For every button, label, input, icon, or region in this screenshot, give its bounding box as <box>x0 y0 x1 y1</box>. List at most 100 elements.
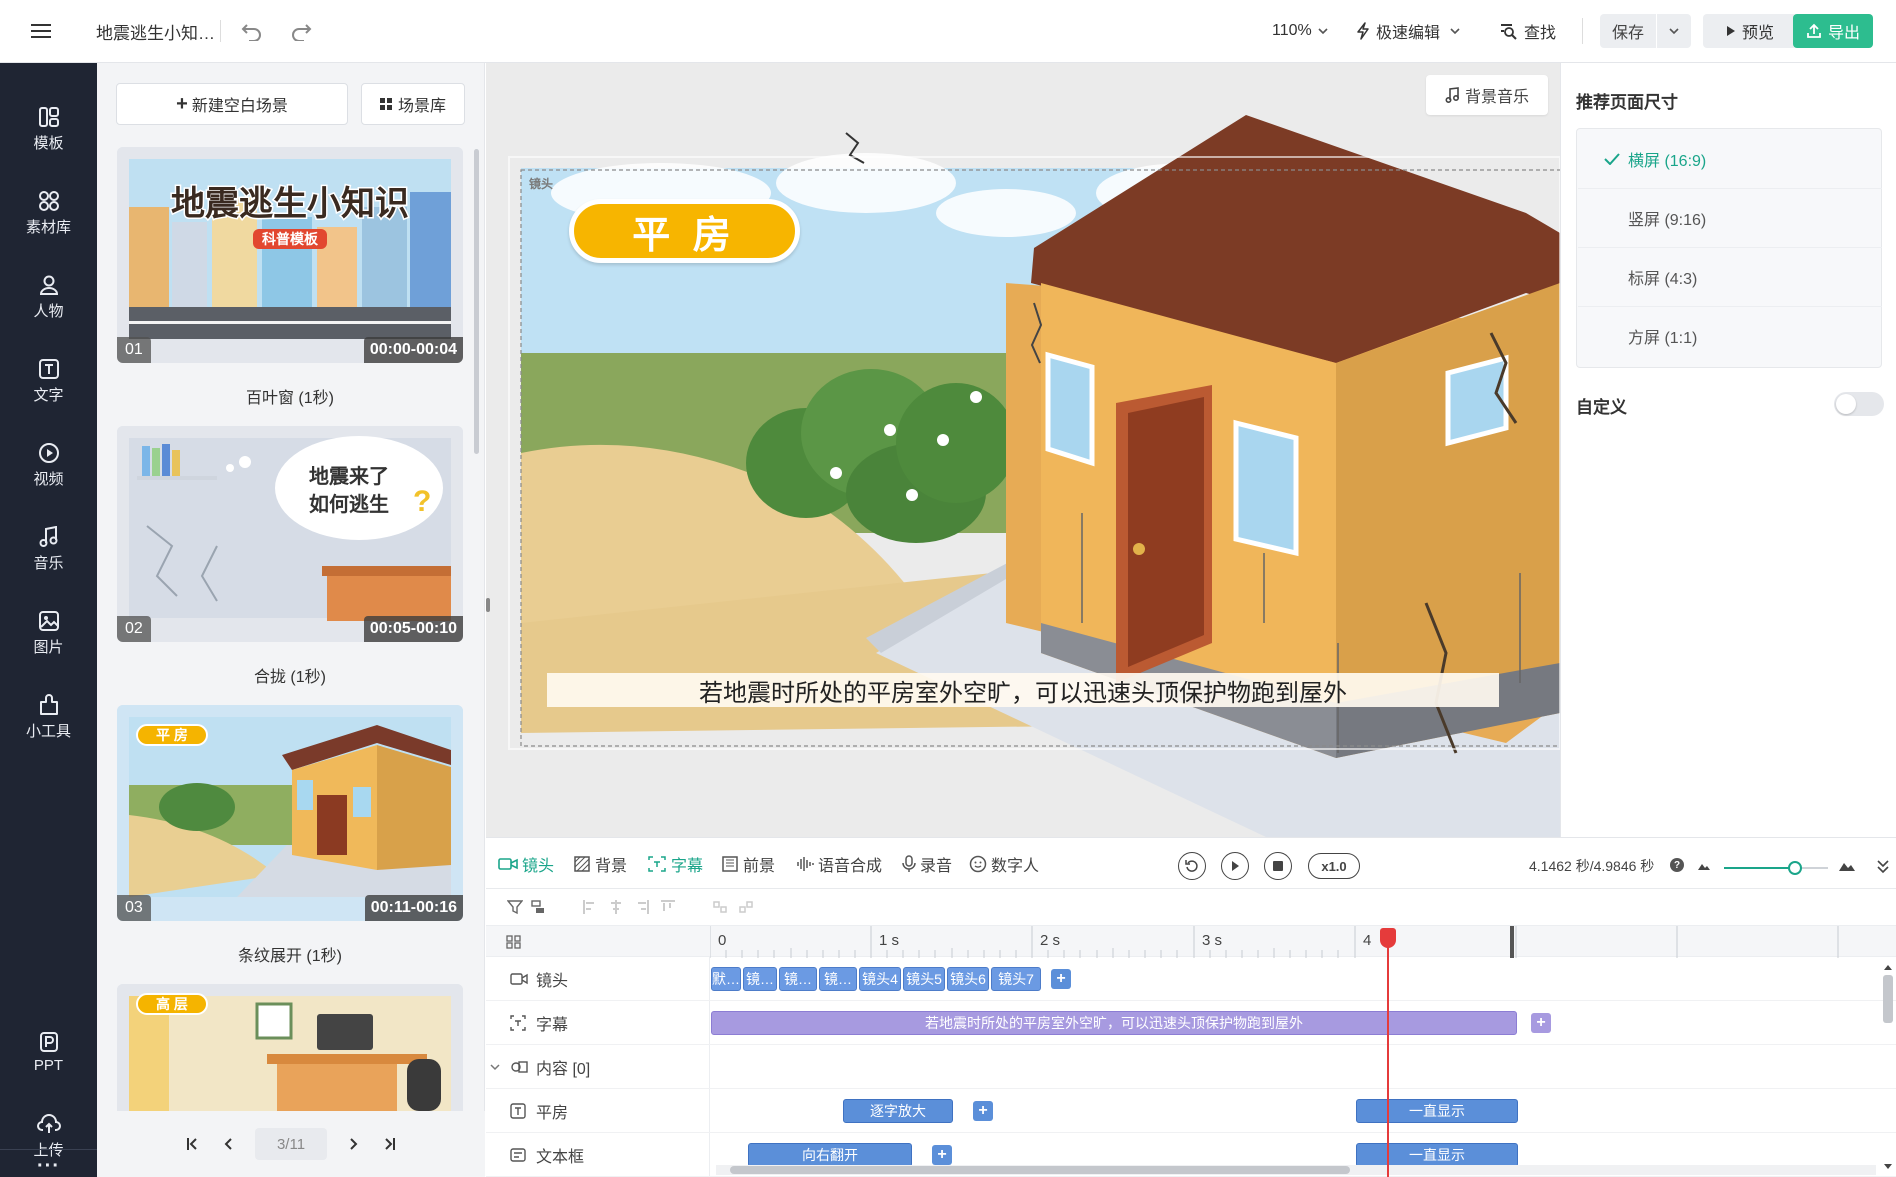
sidebar-item-ppt[interactable]: PPT <box>0 1017 97 1087</box>
sidebar-item-assets[interactable]: 素材库 <box>0 178 97 248</box>
track-grid-icon[interactable] <box>506 935 522 949</box>
prev-page-icon[interactable] <box>215 1131 241 1157</box>
page-indicator[interactable]: 3/11 <box>255 1128 327 1160</box>
timeline-zoom-slider-knob[interactable] <box>1788 861 1802 875</box>
undo-icon[interactable] <box>238 17 266 45</box>
edit-mode-dropdown[interactable]: 极速编辑 <box>1356 16 1470 46</box>
timeline-zoom-slider[interactable] <box>1724 867 1798 869</box>
timeline-vertical-scrollbar[interactable] <box>1882 957 1894 1177</box>
document-title[interactable]: 地震逃生小知… <box>96 19 215 44</box>
scroll-up-icon[interactable] <box>1883 963 1893 971</box>
find-label: 查找 <box>1524 25 1557 42</box>
add-animation-button[interactable]: + <box>932 1145 952 1165</box>
tab-background[interactable]: 背景 <box>574 852 627 876</box>
animation-clip[interactable]: 向右翻开 <box>748 1143 912 1167</box>
export-button[interactable]: 导出 <box>1793 14 1873 48</box>
tab-recording[interactable]: 录音 <box>902 852 952 876</box>
sidebar-item-image[interactable]: 图片 <box>0 598 97 668</box>
scene-list-scrollbar[interactable] <box>474 149 479 454</box>
timeline-horizontal-scrollbar[interactable] <box>716 1165 1876 1175</box>
zoom-dropdown[interactable]: 110% <box>1272 16 1336 46</box>
timeline-ruler[interactable]: 0 1 s 2 s 3 s 4 <box>710 926 1896 958</box>
tab-foreground[interactable]: 前景 <box>722 852 775 876</box>
size-option-landscape[interactable]: 横屏 (16:9) <box>1578 129 1882 188</box>
sidebar-item-person[interactable]: 人物 <box>0 262 97 332</box>
zoom-in-icon[interactable] <box>1838 859 1856 872</box>
sidebar-item-text[interactable]: 文字 <box>0 346 97 416</box>
preview-button[interactable]: 预览 <box>1703 14 1797 48</box>
vertical-scroll-thumb[interactable] <box>1883 975 1893 1023</box>
shot-clip[interactable]: 默… <box>711 967 741 991</box>
menu-icon[interactable] <box>26 18 56 44</box>
scene-transition-label[interactable]: 条纹展开 (1秒) <box>117 942 463 966</box>
first-page-icon[interactable] <box>179 1131 205 1157</box>
animation-clip[interactable]: 一直显示 <box>1356 1099 1518 1123</box>
redo-icon[interactable] <box>287 17 315 45</box>
tab-subtitle[interactable]: 字幕 <box>648 852 703 876</box>
add-shot-button[interactable]: + <box>1051 969 1071 989</box>
scene-thumbnail: 平 房 <box>117 705 463 921</box>
scene-library-button[interactable]: 场景库 <box>361 83 465 125</box>
size-option-square[interactable]: 方屏 (1:1) <box>1578 306 1882 365</box>
next-page-icon[interactable] <box>341 1131 367 1157</box>
sidebar-item-video[interactable]: 视频 <box>0 430 97 500</box>
shot-clip[interactable]: 镜… <box>819 967 857 991</box>
timeline-zoom-slider-track[interactable] <box>1798 867 1828 869</box>
replay-icon[interactable] <box>1178 852 1206 880</box>
shot-clip[interactable]: 镜… <box>743 967 777 991</box>
chevron-down-icon <box>490 1064 500 1071</box>
scene-card[interactable]: 地震逃生小知识 科普模板 01 00:00-00:04 <box>117 147 463 363</box>
scene-card-selected[interactable]: 平 房 03 00:11-00:16 <box>117 705 463 921</box>
shot-clip[interactable]: 镜… <box>779 967 817 991</box>
shot-clip[interactable]: 镜头4 <box>859 967 901 991</box>
track-label-textbox[interactable]: 文本框 <box>510 1133 584 1177</box>
animation-clip[interactable]: 一直显示 <box>1356 1143 1518 1167</box>
scene-transition-label[interactable]: 百叶窗 (1秒) <box>117 384 463 408</box>
new-blank-scene-button[interactable]: + 新建空白场景 <box>116 83 348 125</box>
sidebar-item-label: 模板 <box>33 134 64 152</box>
scene-transition-label[interactable]: 合拢 (1秒) <box>117 663 463 687</box>
last-page-icon[interactable] <box>377 1131 403 1157</box>
canvas-subtitle-box[interactable]: 若地震时所处的平房室外空旷，可以迅速头顶保护物跑到屋外 <box>547 673 1499 707</box>
track-label-pingfang[interactable]: 平房 <box>510 1089 568 1133</box>
canvas-title-badge[interactable]: 平 房 <box>569 199 800 263</box>
play-button[interactable] <box>1221 852 1249 880</box>
horizontal-scroll-thumb[interactable] <box>730 1166 1350 1174</box>
add-subtitle-button[interactable]: + <box>1531 1013 1551 1033</box>
sidebar-item-tools[interactable]: 小工具 <box>0 682 97 752</box>
playback-speed-button[interactable]: x1.0 <box>1308 853 1360 879</box>
sidebar-item-music[interactable]: 音乐 <box>0 514 97 584</box>
track-label-shots[interactable]: 镜头 <box>510 957 568 1001</box>
collapse-timeline-icon[interactable] <box>1876 858 1890 874</box>
tab-speech-synthesis[interactable]: 语音合成 <box>796 852 882 876</box>
animation-clip[interactable]: 逐字放大 <box>843 1099 953 1123</box>
track-label-content[interactable]: 内容 [0] <box>490 1045 590 1089</box>
add-animation-button[interactable]: + <box>973 1101 993 1121</box>
stage-illustration[interactable] <box>486 63 1560 837</box>
scroll-down-icon[interactable] <box>1883 1163 1893 1171</box>
shot-clip[interactable]: 镜头6 <box>947 967 989 991</box>
sidebar-item-template[interactable]: 模板 <box>0 94 97 164</box>
background-music-button[interactable]: 背景音乐 <box>1426 75 1548 115</box>
save-button[interactable]: 保存 <box>1600 14 1656 48</box>
zoom-out-icon[interactable] <box>1697 861 1711 871</box>
layers-icon[interactable] <box>530 899 546 915</box>
custom-size-toggle[interactable] <box>1834 392 1884 416</box>
scene-card[interactable]: 地震来了 如何逃生 ? 02 00:05-00:10 <box>117 426 463 642</box>
sidebar-item-label: 人物 <box>33 302 64 320</box>
tab-digital-human[interactable]: 数字人 <box>969 852 1039 876</box>
help-icon[interactable]: ? <box>1670 858 1684 872</box>
save-options-dropdown[interactable] <box>1657 14 1691 48</box>
size-option-standard[interactable]: 标屏 (4:3) <box>1578 247 1882 306</box>
shot-clip[interactable]: 镜头5 <box>903 967 945 991</box>
track-label-subtitles[interactable]: 字幕 <box>510 1001 568 1045</box>
filter-icon[interactable] <box>507 899 523 915</box>
subtitle-clip[interactable]: 若地震时所处的平房室外空旷，可以迅速头顶保护物跑到屋外 <box>711 1011 1517 1035</box>
tab-camera[interactable]: 镜头 <box>498 852 554 876</box>
stop-button[interactable] <box>1264 852 1292 880</box>
more-icon[interactable]: ··· <box>0 1155 97 1177</box>
size-option-portrait[interactable]: 竖屏 (9:16) <box>1578 188 1882 247</box>
scene-card[interactable]: 高 层 <box>117 984 463 1111</box>
shot-clip[interactable]: 镜头7 <box>991 967 1041 991</box>
find-button[interactable]: 查找 <box>1500 16 1564 46</box>
